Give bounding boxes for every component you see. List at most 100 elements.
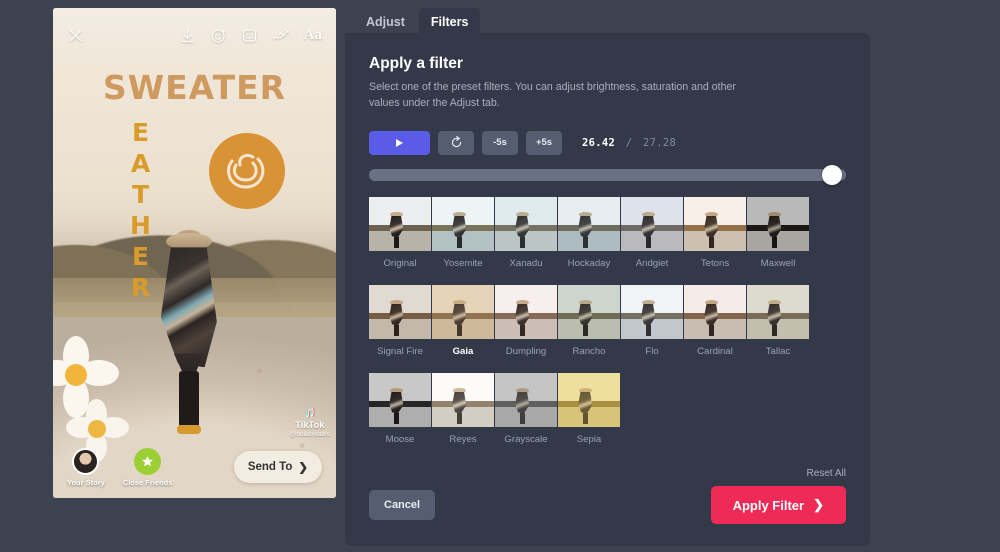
avatar	[72, 447, 100, 475]
filter-label: Flo	[645, 345, 659, 357]
filter-label: Rancho	[572, 345, 606, 357]
timecode: 26.42 / 27.28	[582, 137, 676, 149]
filter-thumbnail	[369, 284, 431, 339]
footer-actions: Cancel Apply Filter ❯	[369, 486, 846, 524]
time-separator: /	[625, 136, 633, 149]
filter-thumbnail	[558, 196, 620, 251]
restart-icon	[451, 136, 461, 148]
filter-option-hockaday[interactable]: Hockaday	[558, 196, 620, 269]
filter-option-yosemite[interactable]: Yosemite	[432, 196, 494, 269]
filter-label: Gaia	[452, 345, 474, 357]
your-story-button[interactable]: Your Story	[67, 447, 105, 487]
your-story-label: Your Story	[67, 477, 105, 487]
filter-label: Dumpling	[505, 345, 547, 357]
filter-label: Moose	[385, 433, 415, 445]
filter-label: Andgiet	[635, 257, 669, 269]
scrubber-track[interactable]	[369, 168, 846, 181]
filter-thumbnail	[495, 372, 557, 427]
filter-thumbnail	[432, 284, 494, 339]
sweater-badge-icon	[209, 133, 285, 209]
sticker-icon[interactable]	[241, 27, 258, 44]
apply-filter-button[interactable]: Apply Filter ❯	[710, 486, 846, 524]
filter-option-xanadu[interactable]: Xanadu	[495, 196, 557, 269]
panel-description: Select one of the preset filters. You ca…	[369, 81, 736, 109]
filter-thumbnail	[684, 196, 746, 251]
draw-icon[interactable]	[272, 27, 290, 44]
chevron-right-icon: ❯	[298, 462, 308, 474]
filter-grid: Original Yosemite Xanadu Hockaday Andgiet Tet…	[369, 196, 846, 445]
app-root: SWEATER EATHER ♫ TikTok @nolacreates Aa …	[0, 0, 1000, 552]
download-icon[interactable]	[179, 27, 196, 44]
tiktok-watermark: ♫ TikTok @nolacreates	[290, 405, 330, 439]
close-friends-button[interactable]: Close Friends	[122, 447, 173, 487]
playback-controls: -5s +5s 26.42 / 27.28	[369, 130, 846, 155]
photo-subject	[153, 230, 225, 448]
filter-thumbnail	[621, 284, 683, 339]
filter-label: Tallac	[765, 345, 791, 357]
playback-scrubber[interactable]	[369, 164, 846, 185]
filter-label: Sepia	[576, 433, 602, 445]
filter-row: Signal Fire Gaia Dumpling Rancho Flo Cardinal…	[369, 284, 846, 357]
story-canvas: SWEATER EATHER ♫ TikTok @nolacreates Aa …	[53, 8, 336, 498]
filter-label: Grayscale	[504, 433, 548, 445]
filter-option-andgiet[interactable]: Andgiet	[621, 196, 683, 269]
filter-option-maxwell[interactable]: Maxwell	[747, 196, 809, 269]
filter-label: Hockaday	[567, 257, 611, 269]
close-friends-star-icon	[134, 447, 162, 475]
filter-thumbnail	[558, 372, 620, 427]
back-5s-button[interactable]: -5s	[482, 130, 518, 155]
page-title: Apply a filter	[369, 55, 463, 72]
filter-option-signal-fire[interactable]: Signal Fire	[369, 284, 431, 357]
filter-thumbnail	[432, 196, 494, 251]
filter-option-original[interactable]: Original	[369, 196, 431, 269]
filter-label: Cardinal	[697, 345, 733, 357]
close-icon[interactable]	[67, 27, 84, 44]
filter-thumbnail	[558, 284, 620, 339]
filter-option-tetons[interactable]: Tetons	[684, 196, 746, 269]
filter-row: Moose Reyes Grayscale Sepia	[369, 372, 846, 445]
filter-option-cardinal[interactable]: Cardinal	[684, 284, 746, 357]
filter-thumbnail	[495, 284, 557, 339]
filter-option-moose[interactable]: Moose	[369, 372, 431, 445]
filters-card: Apply a filter Select one of the preset …	[345, 33, 870, 546]
filter-editor: Adjust Filters Apply a filter Select one…	[345, 0, 870, 552]
filter-option-reyes[interactable]: Reyes	[432, 372, 494, 445]
filter-label: Reyes	[449, 433, 477, 445]
filter-option-gaia[interactable]: Gaia	[432, 284, 494, 357]
play-button[interactable]	[369, 130, 430, 155]
forward-5s-button[interactable]: +5s	[526, 130, 562, 155]
scrubber-handle[interactable]	[821, 164, 842, 185]
overlay-headline: SWEATER	[102, 68, 287, 107]
restart-button[interactable]	[438, 130, 474, 155]
preview-share-bar: Your Story Close Friends Send To ❯	[53, 436, 336, 498]
filter-label: Signal Fire	[377, 345, 423, 357]
play-icon	[396, 138, 403, 147]
filter-label: Tetons	[700, 257, 730, 269]
overlay-vertical-word: EATHER	[126, 118, 155, 304]
filter-thumbnail	[369, 196, 431, 251]
filter-option-sepia[interactable]: Sepia	[558, 372, 620, 445]
effects-face-icon[interactable]	[210, 27, 227, 44]
filter-thumbnail	[684, 284, 746, 339]
reset-row: Reset All	[807, 463, 846, 481]
filter-option-rancho[interactable]: Rancho	[558, 284, 620, 357]
chevron-right-icon: ❯	[813, 497, 824, 512]
filter-option-flo[interactable]: Flo	[621, 284, 683, 357]
text-icon[interactable]: Aa	[304, 27, 322, 44]
story-preview: SWEATER EATHER ♫ TikTok @nolacreates Aa …	[53, 8, 336, 498]
filter-thumbnail	[495, 196, 557, 251]
filter-option-dumpling[interactable]: Dumpling	[495, 284, 557, 357]
total-time: 27.28	[642, 136, 677, 149]
filter-label: Original	[383, 257, 417, 269]
editor-tabs: Adjust Filters	[345, 0, 870, 37]
close-friends-label: Close Friends	[122, 477, 173, 487]
reset-all-button[interactable]: Reset All	[807, 468, 846, 479]
cancel-button[interactable]: Cancel	[369, 490, 436, 520]
filter-thumbnail	[369, 372, 431, 427]
filter-option-tallac[interactable]: Tallac	[747, 284, 809, 357]
tiktok-brand-label: TikTok	[295, 419, 325, 430]
send-to-button[interactable]: Send To ❯	[233, 451, 322, 483]
filter-thumbnail	[621, 196, 683, 251]
filter-option-grayscale[interactable]: Grayscale	[495, 372, 557, 445]
filter-row: Original Yosemite Xanadu Hockaday Andgiet Tet…	[369, 196, 846, 269]
